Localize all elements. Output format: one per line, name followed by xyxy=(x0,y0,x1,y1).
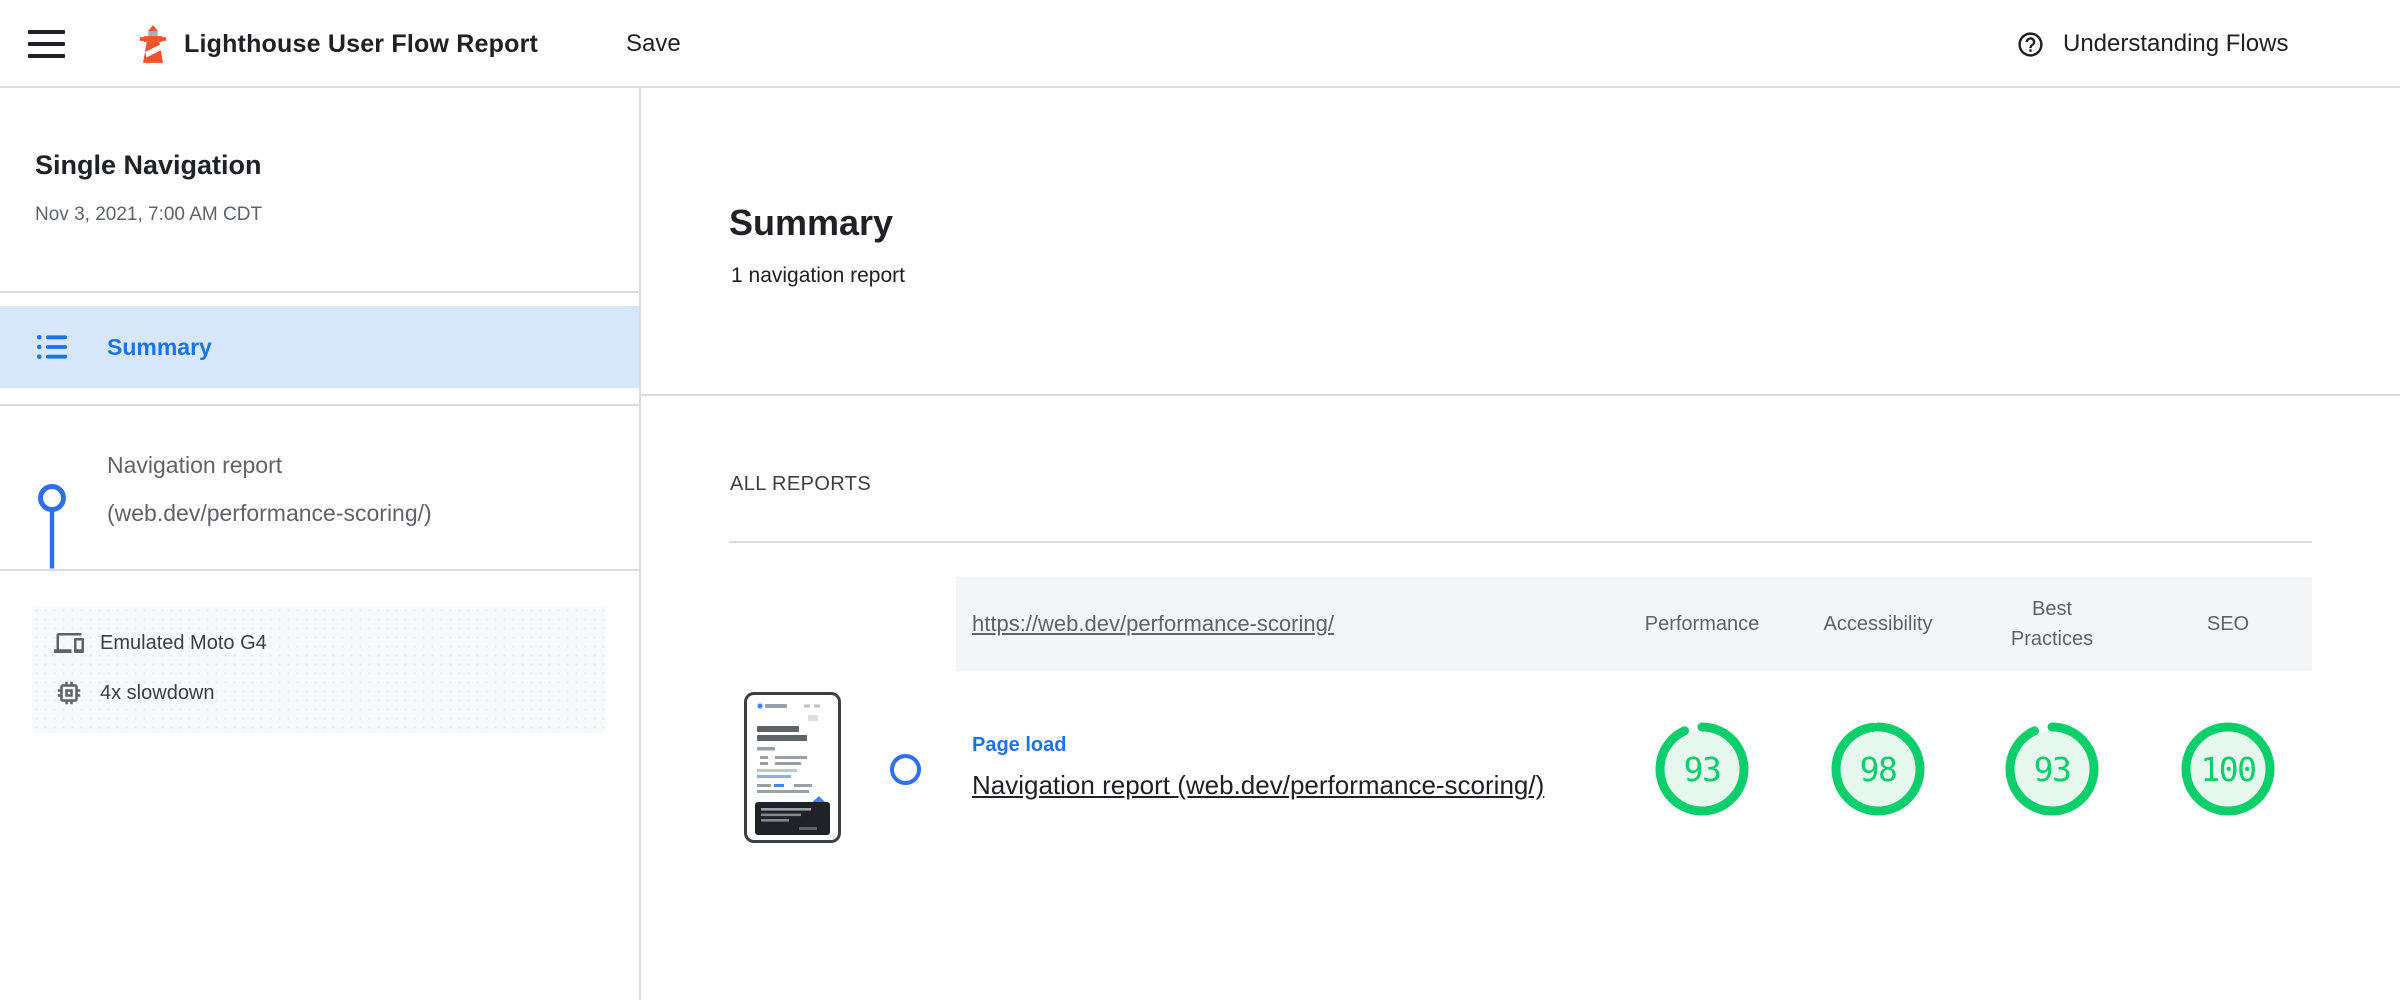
pin-icon xyxy=(36,484,68,570)
score-gauge-seo: 100 xyxy=(2180,721,2276,817)
question-circle-icon xyxy=(2016,30,2045,59)
step-type-label: Page load xyxy=(972,734,1066,757)
menu-icon[interactable] xyxy=(28,30,65,58)
all-reports-label: ALL REPORTS xyxy=(730,473,871,496)
app-title: Lighthouse User Flow Report xyxy=(184,0,538,88)
navigation-report-label: Navigation report (web.dev/performance-s… xyxy=(107,441,432,537)
score-value: 98 xyxy=(1830,721,1926,817)
navigation-report-link[interactable]: Navigation report (web.dev/performance-s… xyxy=(972,770,1544,801)
divider xyxy=(0,291,639,293)
device-label: Emulated Moto G4 xyxy=(100,632,267,655)
score-gauge-accessibility: 98 xyxy=(1830,721,1926,817)
report-thumbnail xyxy=(744,692,841,843)
flow-date: Nov 3, 2021, 7:00 AM CDT xyxy=(35,204,262,226)
chip-icon xyxy=(54,678,84,708)
sidebar-item-summary[interactable] xyxy=(0,306,639,388)
bulleted-list-icon xyxy=(35,330,69,364)
lighthouse-flow-report-page: Lighthouse User Flow Report Save Underst… xyxy=(0,0,2400,1000)
report-url-link[interactable]: https://web.dev/performance-scoring/ xyxy=(972,577,1334,671)
score-gauge-performance: 93 xyxy=(1654,721,1750,817)
save-button[interactable]: Save xyxy=(626,0,681,88)
divider xyxy=(729,541,2312,543)
column-performance: Performance xyxy=(1627,577,1777,671)
devices-icon xyxy=(54,628,84,658)
column-accessibility: Accessibility xyxy=(1803,577,1953,671)
sidebar-divider xyxy=(639,88,641,1000)
score-value: 100 xyxy=(2180,721,2276,817)
page-subtitle: 1 navigation report xyxy=(731,264,905,288)
column-seo: SEO xyxy=(2153,577,2303,671)
help-label: Understanding Flows xyxy=(2063,30,2288,58)
thumbnail-preview-image xyxy=(747,695,838,840)
navigation-report-line1: Navigation report xyxy=(107,441,432,489)
flow-title: Single Navigation xyxy=(35,150,262,181)
column-best-practices: Best Practices xyxy=(1997,577,2107,671)
navigation-report-line2: (web.dev/performance-scoring/) xyxy=(107,489,432,537)
environment-box: Emulated Moto G4 4x slowdown xyxy=(32,606,605,733)
divider xyxy=(0,569,639,571)
sidebar-item-summary-label: Summary xyxy=(107,306,212,388)
environment-cpu: 4x slowdown xyxy=(54,678,215,708)
score-value: 93 xyxy=(1654,721,1750,817)
score-gauge-best-practices: 93 xyxy=(2004,721,2100,817)
environment-device: Emulated Moto G4 xyxy=(54,628,267,658)
divider xyxy=(640,394,2400,396)
page-title: Summary xyxy=(729,202,893,244)
understanding-flows-link[interactable]: Understanding Flows xyxy=(2016,0,2288,88)
score-value: 93 xyxy=(2004,721,2100,817)
cpu-label: 4x slowdown xyxy=(100,682,215,705)
circle-outline-icon xyxy=(890,754,921,785)
lighthouse-icon xyxy=(132,23,174,65)
